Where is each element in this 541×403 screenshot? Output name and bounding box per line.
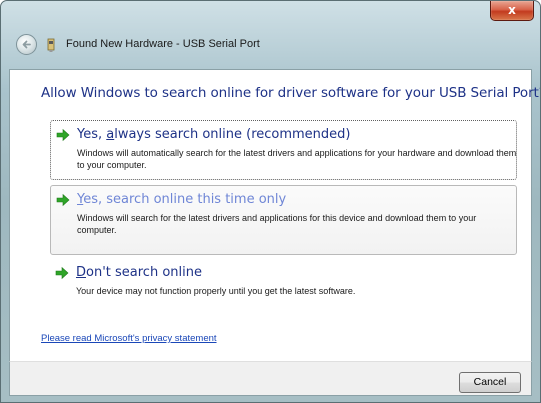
hardware-icon bbox=[47, 38, 55, 52]
green-arrow-icon bbox=[55, 266, 69, 280]
option-title-suffix: es, search online this time only bbox=[83, 192, 287, 207]
back-button[interactable] bbox=[16, 34, 37, 55]
option-title: Don't search online bbox=[76, 265, 202, 280]
option-title-prefix: Yes, bbox=[77, 127, 107, 142]
close-icon: x bbox=[508, 3, 516, 17]
option-dont-search[interactable]: Don't search online Your device may not … bbox=[50, 259, 517, 301]
main-instruction: Allow Windows to search online for drive… bbox=[41, 85, 541, 101]
option-title-suffix: on't search online bbox=[86, 265, 202, 280]
title-bar: x Found New Hardware - USB Serial Port bbox=[1, 1, 540, 71]
window-title: Found New Hardware - USB Serial Port bbox=[66, 38, 260, 50]
option-title-suffix: lways search online (recommended) bbox=[114, 127, 351, 142]
green-arrow-icon bbox=[56, 193, 70, 207]
cancel-button[interactable]: Cancel bbox=[459, 372, 521, 393]
close-button[interactable]: x bbox=[490, 1, 534, 21]
option-description: Windows will search for the latest drive… bbox=[77, 213, 477, 235]
option-description: Windows will automatically search for th… bbox=[77, 148, 517, 170]
footer-bar: Cancel bbox=[9, 361, 532, 396]
back-arrow-icon bbox=[22, 40, 31, 49]
option-title-accel: D bbox=[76, 265, 87, 280]
privacy-statement-link[interactable]: Please read Microsoft's privacy statemen… bbox=[41, 333, 217, 344]
option-always-search[interactable]: Yes, always search online (recommended) … bbox=[50, 120, 517, 180]
option-description: Your device may not function properly un… bbox=[76, 286, 356, 296]
option-title: Yes, always search online (recommended) bbox=[77, 127, 351, 142]
dialog-window: x Found New Hardware - USB Serial Port A… bbox=[0, 0, 541, 403]
option-title: Yes, search online this time only bbox=[77, 192, 286, 207]
option-search-once[interactable]: Yes, search online this time only Window… bbox=[50, 185, 517, 255]
green-arrow-icon bbox=[56, 128, 70, 142]
